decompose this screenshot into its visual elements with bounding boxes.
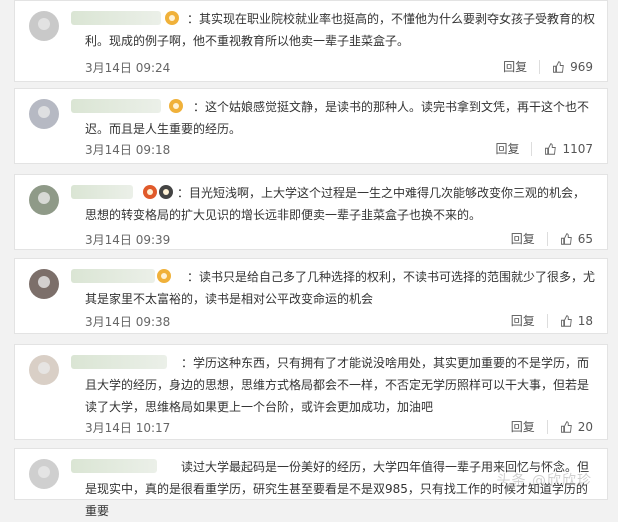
avatar[interactable] <box>29 11 59 41</box>
reply-button[interactable]: 回复 <box>503 58 527 75</box>
comment-time: 3月14日 10:17 <box>85 421 171 435</box>
divider <box>546 419 548 434</box>
comment-text: ：学历这种东西，只有拥有了才能说没啥用处，其实更加重要的不是学历，而且大学的经历… <box>85 356 590 414</box>
comment-text: ：其实现在职业院校就业率也挺高的，不懂他为什么要剥夺女孩子受教育的权利。现成的例… <box>85 12 596 48</box>
like-count: 20 <box>577 419 593 434</box>
reply-button[interactable]: 回复 <box>511 312 535 329</box>
avatar[interactable] <box>29 185 59 215</box>
like-button[interactable]: 969 <box>552 60 593 74</box>
like-button[interactable]: 18 <box>560 314 593 328</box>
thumbs-up-icon <box>545 142 557 155</box>
like-count: 18 <box>577 313 593 328</box>
thumbs-up-icon <box>560 420 572 433</box>
comment-card: ：目光短浅啊，上大学这个过程是一生之中难得几次能够改变你三观的机会，思想的转变格… <box>14 174 608 250</box>
avatar[interactable] <box>29 99 59 129</box>
comment-actions: 回复 1107 <box>495 140 593 157</box>
comment-text: ：这个姑娘感觉挺文静，是读书的那种人。读完书拿到文凭，再干这个也不迟。而且是人生… <box>85 100 590 136</box>
comment-actions: 回复 65 <box>511 230 593 247</box>
reply-button[interactable]: 回复 <box>495 140 519 157</box>
comment-card: ：这个姑娘感觉挺文静，是读书的那种人。读完书拿到文凭，再干这个也不迟。而且是人生… <box>14 88 608 164</box>
comment-actions: 回复 969 <box>503 58 593 75</box>
divider <box>531 141 533 156</box>
avatar[interactable] <box>29 355 59 385</box>
comment-time: 3月14日 09:24 <box>85 61 171 75</box>
comment-card: ：读书只是给自己多了几种选择的权利，不读书可选择的范围就少了很多，尤其是家里不太… <box>14 258 608 334</box>
like-count: 65 <box>577 231 593 246</box>
comment-actions: 回复 18 <box>511 312 593 329</box>
comment-time: 3月14日 09:18 <box>85 143 171 157</box>
like-count: 969 <box>570 59 593 74</box>
like-button[interactable]: 1107 <box>544 142 593 156</box>
divider <box>546 231 548 246</box>
divider <box>546 313 548 328</box>
avatar[interactable] <box>29 269 59 299</box>
like-button[interactable]: 20 <box>560 420 593 434</box>
reply-button[interactable]: 回复 <box>511 418 535 435</box>
divider <box>539 59 541 74</box>
like-button[interactable]: 65 <box>560 232 593 246</box>
like-count: 1107 <box>562 141 593 156</box>
avatar[interactable] <box>29 459 59 489</box>
comment-text: ：目光短浅啊，上大学这个过程是一生之中难得几次能够改变你三观的机会，思想的转变格… <box>85 186 586 222</box>
comment-time: 3月14日 09:38 <box>85 315 171 329</box>
comment-time: 3月14日 09:39 <box>85 233 171 247</box>
comment-list: ：其实现在职业院校就业率也挺高的，不懂他为什么要剥夺女孩子受教育的权利。现成的例… <box>0 0 618 518</box>
comment-card: ：其实现在职业院校就业率也挺高的，不懂他为什么要剥夺女孩子受教育的权利。现成的例… <box>14 0 608 82</box>
comment-text: ：读书只是给自己多了几种选择的权利，不读书可选择的范围就少了很多，尤其是家里不太… <box>85 270 596 306</box>
comment-card: ：学历这种东西，只有拥有了才能说没啥用处，其实更加重要的不是学历，而且大学的经历… <box>14 344 608 440</box>
comment-actions: 回复 20 <box>511 418 593 435</box>
thumbs-up-icon <box>560 232 572 245</box>
thumbs-up-icon <box>553 60 564 73</box>
reply-button[interactable]: 回复 <box>511 230 535 247</box>
watermark: 头条 @欣欣珍 <box>496 473 592 489</box>
thumbs-up-icon <box>560 314 572 327</box>
